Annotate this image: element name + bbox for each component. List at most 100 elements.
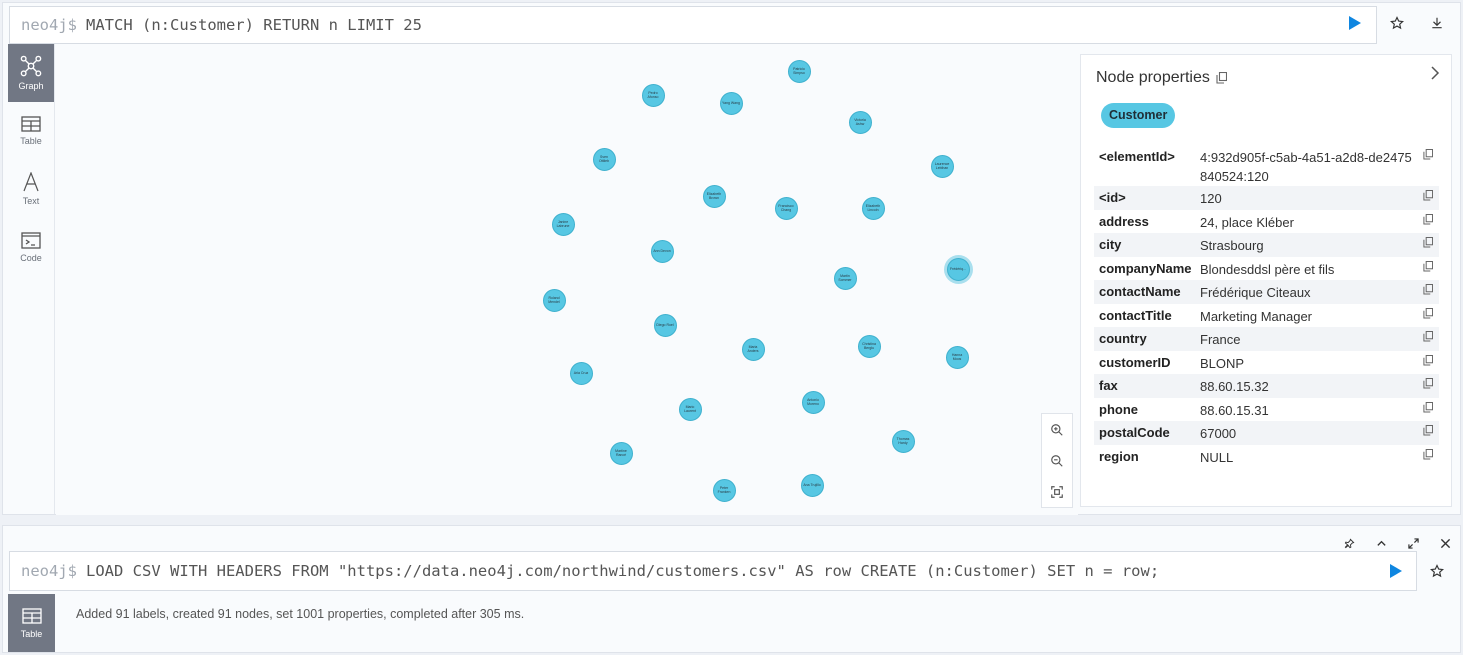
node-properties-title-text: Node properties xyxy=(1096,69,1210,86)
close-icon[interactable] xyxy=(1435,533,1455,553)
run-query-button[interactable] xyxy=(1390,564,1402,578)
copy-icon[interactable] xyxy=(1417,213,1439,225)
property-row: contactName Frédérique Citeaux xyxy=(1094,280,1439,304)
property-value: France xyxy=(1200,332,1241,347)
graph-icon xyxy=(20,55,42,77)
graph-node[interactable]: Frédériq... xyxy=(946,257,970,281)
property-row: <elementId> 4:932d905f-c5ab-4a51-a2d8-de2… xyxy=(1094,145,1439,186)
property-key: <elementId> xyxy=(1099,149,1175,164)
view-graph-button[interactable]: Graph xyxy=(8,44,54,102)
graph-node[interactable]: Martin Sommer xyxy=(833,266,857,290)
graph-node[interactable]: Victoria Ashw xyxy=(848,110,872,134)
graph-node[interactable]: Antonio Moreno xyxy=(801,390,825,414)
property-key: companyName xyxy=(1099,260,1192,276)
query-editor[interactable]: neo4j$ MATCH (n:Customer) RETURN n LIMIT… xyxy=(9,6,1377,44)
graph-node[interactable]: Christina Berglu xyxy=(857,334,881,358)
copy-icon[interactable] xyxy=(1417,190,1439,201)
property-key: contactTitle xyxy=(1099,307,1172,323)
node-properties-title: Node properties xyxy=(1096,69,1227,87)
copy-icon[interactable] xyxy=(1417,307,1439,319)
graph-node[interactable]: Laurence Lebihan xyxy=(930,154,954,178)
copy-icon[interactable] xyxy=(1417,260,1439,272)
graph-node[interactable]: Elizabeth Lincoln xyxy=(861,196,885,220)
node-label-chip[interactable]: Customer xyxy=(1101,103,1176,128)
property-row: country France xyxy=(1094,327,1439,351)
prompt-label: neo4j$ xyxy=(21,562,77,580)
property-key: phone xyxy=(1099,401,1138,417)
property-key: <id> xyxy=(1099,190,1126,205)
graph-node[interactable]: Peter Franken xyxy=(712,478,736,502)
copy-icon[interactable] xyxy=(1417,401,1439,413)
chevron-right-icon[interactable] xyxy=(1429,65,1441,86)
text-icon xyxy=(23,172,39,192)
property-key: customerID xyxy=(1099,354,1171,370)
graph-node[interactable]: Francisco Chang xyxy=(774,196,798,220)
view-table-button[interactable]: Table xyxy=(8,594,55,652)
collapse-up-icon[interactable] xyxy=(1371,533,1391,553)
copy-icon[interactable] xyxy=(1417,331,1439,342)
property-row: city Strasbourg xyxy=(1094,233,1439,257)
table-icon xyxy=(21,116,41,132)
pin-icon[interactable] xyxy=(1339,533,1359,553)
result-status-message: Added 91 labels, created 91 nodes, set 1… xyxy=(76,607,525,621)
view-table-button[interactable]: Table xyxy=(8,102,54,160)
favorite-star-icon[interactable] xyxy=(1387,13,1407,33)
copy-icon[interactable] xyxy=(1417,284,1439,295)
graph-node[interactable]: Ana Trujillo xyxy=(800,473,824,497)
property-value: BLONP xyxy=(1200,355,1245,371)
graph-node[interactable]: Pedro Afonso xyxy=(641,83,665,107)
property-row: companyName Blondesddsl père et fils xyxy=(1094,257,1439,281)
fit-to-screen-icon[interactable] xyxy=(1050,485,1064,499)
result-frame-query: neo4j$ MATCH (n:Customer) RETURN n LIMIT… xyxy=(2,2,1461,515)
query-text[interactable]: MATCH (n:Customer) RETURN n LIMIT 25 xyxy=(86,16,422,34)
download-icon[interactable] xyxy=(1427,13,1447,33)
property-value: 67000 xyxy=(1200,426,1237,441)
graph-node[interactable]: Maria Anders xyxy=(741,337,765,361)
copy-icon[interactable] xyxy=(1417,378,1439,389)
run-query-button[interactable] xyxy=(1349,16,1361,30)
graph-node[interactable]: Diego Roel xyxy=(653,313,677,337)
graph-node[interactable]: Aria Cruz xyxy=(569,361,593,385)
result-frame-load-csv: neo4j$ LOAD CSV WITH HEADERS FROM "https… xyxy=(2,525,1461,653)
zoom-in-icon[interactable] xyxy=(1050,423,1064,437)
copy-icon[interactable] xyxy=(1417,448,1439,460)
property-value: 88.60.15.32 xyxy=(1200,379,1269,394)
view-code-button[interactable]: Code xyxy=(8,218,54,276)
property-value: NULL xyxy=(1200,449,1234,465)
copy-icon[interactable] xyxy=(1417,149,1439,160)
copy-icon[interactable] xyxy=(1417,354,1439,366)
zoom-out-icon[interactable] xyxy=(1050,454,1064,468)
code-icon xyxy=(21,231,41,249)
property-value: 24, place Kléber xyxy=(1200,214,1294,230)
favorite-star-icon[interactable] xyxy=(1427,561,1447,581)
graph-node[interactable]: Martine Rancé xyxy=(609,441,633,465)
graph-node[interactable]: Elizabeth Brown xyxy=(702,184,726,208)
property-key: country xyxy=(1099,331,1147,346)
property-key: city xyxy=(1099,237,1122,252)
property-value: Strasbourg xyxy=(1200,238,1264,253)
graph-node[interactable]: Roland Mendel xyxy=(542,288,566,312)
fullscreen-icon[interactable] xyxy=(1403,533,1423,553)
query-editor[interactable]: neo4j$ LOAD CSV WITH HEADERS FROM "https… xyxy=(9,551,1417,591)
graph-node[interactable]: Hanna Moos xyxy=(945,345,969,369)
graph-node[interactable]: Patricio Simpso xyxy=(787,59,811,83)
graph-canvas[interactable]: Patricio Simpso Pedro Afonso Yang Wang Vict… xyxy=(56,45,1078,515)
copy-icon[interactable] xyxy=(1216,72,1227,84)
query-text[interactable]: LOAD CSV WITH HEADERS FROM "https://data… xyxy=(86,562,1159,580)
property-value: 4:932d905f-c5ab-4a51-a2d8-de2475840524:1… xyxy=(1200,150,1412,184)
view-text-button[interactable]: Text xyxy=(8,160,54,218)
table-icon xyxy=(21,607,42,624)
property-row: phone 88.60.15.31 xyxy=(1094,398,1439,422)
node-properties-panel: Node properties Customer <elementId> 4:93… xyxy=(1080,54,1452,507)
graph-node[interactable]: Janine Labrune xyxy=(551,212,575,236)
property-key: region xyxy=(1099,448,1139,464)
graph-node[interactable]: Mario Laurent xyxy=(678,397,702,421)
copy-icon[interactable] xyxy=(1417,237,1439,248)
graph-node[interactable]: Sven Ottlieb xyxy=(592,147,616,171)
graph-node[interactable]: Thomas Hardy xyxy=(891,429,915,453)
graph-node[interactable]: Yang Wang xyxy=(719,91,743,115)
property-row: customerID BLONP xyxy=(1094,351,1439,375)
property-value: 120 xyxy=(1200,191,1222,206)
copy-icon[interactable] xyxy=(1417,425,1439,436)
graph-node[interactable]: Ann Devon xyxy=(650,239,674,263)
